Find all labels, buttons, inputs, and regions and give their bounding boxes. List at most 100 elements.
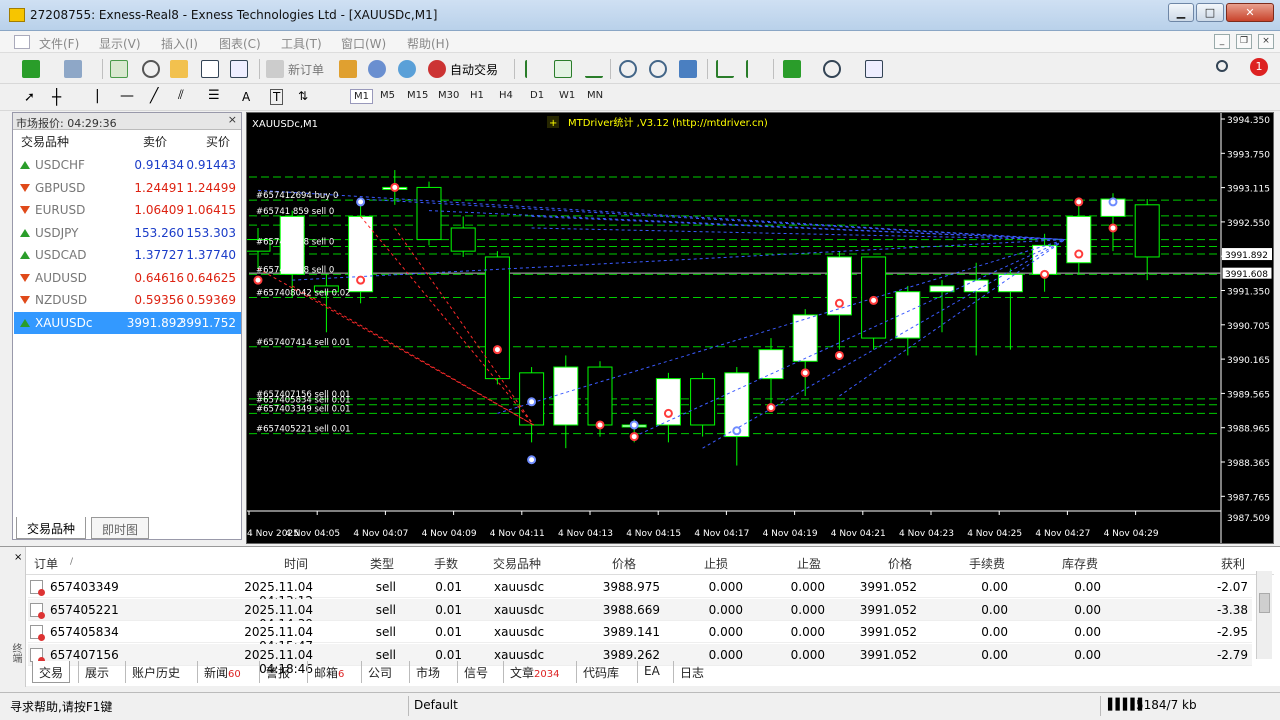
tf-d1[interactable]: D1: [530, 90, 544, 101]
market-watch-icon[interactable]: [110, 60, 128, 78]
hdr-symbol[interactable]: 交易品种: [493, 555, 541, 572]
terminal-tab-3[interactable]: 新闻60: [197, 661, 247, 683]
navigator-icon[interactable]: [170, 60, 188, 78]
table-row[interactable]: 6574052212025.11.04 04:14:39sell0.01xauu…: [28, 598, 1252, 631]
menu-file[interactable]: 文件(F): [39, 35, 79, 52]
horizontal-line-icon[interactable]: —: [120, 88, 134, 104]
terminal-tab-2[interactable]: 账户历史: [125, 661, 186, 683]
vertical-line-icon[interactable]: |: [95, 88, 100, 104]
terminal-tab-0[interactable]: 交易: [32, 661, 71, 683]
market-row-xauusdc[interactable]: XAUUSDc 3991.892 3991.752: [14, 311, 241, 334]
autoscroll-icon[interactable]: [746, 60, 764, 78]
market-row-usdcad[interactable]: USDCAD 1.37727 1.37740: [14, 244, 241, 266]
menu-chart[interactable]: 图表(C): [219, 35, 261, 52]
new-order-icon[interactable]: [266, 60, 284, 78]
search-icon[interactable]: [1216, 60, 1228, 72]
mdi-close-button[interactable]: ×: [1258, 34, 1274, 49]
hdr-time[interactable]: 时间: [284, 555, 308, 572]
hdr-commission[interactable]: 手续费: [969, 555, 1005, 572]
terminal-tab-4[interactable]: 警报: [259, 661, 296, 683]
close-icon[interactable]: ×: [228, 113, 237, 126]
tf-mn[interactable]: MN: [587, 90, 603, 101]
col-ask[interactable]: 买价: [206, 133, 230, 150]
col-symbol[interactable]: 交易品种: [21, 133, 69, 150]
market-row-usdchf[interactable]: USDCHF 0.91434 0.91443: [14, 154, 241, 176]
mdi-minimize-button[interactable]: _: [1214, 34, 1230, 49]
hdr-current-price[interactable]: 价格: [888, 555, 912, 572]
cursor-icon[interactable]: ➚: [24, 90, 35, 105]
terminal-tab-11[interactable]: EA: [637, 661, 666, 683]
trendline-icon[interactable]: ╱: [150, 88, 158, 104]
chart-shift-icon[interactable]: [716, 60, 734, 78]
text-label-icon[interactable]: T: [270, 89, 284, 105]
terminal-icon[interactable]: [201, 60, 219, 78]
market-row-audusd[interactable]: AUDUSD 0.64616 0.64625: [14, 267, 241, 289]
market-row-usdjpy[interactable]: USDJPY 153.260 153.303: [14, 222, 241, 244]
hdr-type[interactable]: 类型: [370, 555, 394, 572]
zoom-in-icon[interactable]: [619, 60, 637, 78]
hdr-swap[interactable]: 库存费: [1062, 555, 1098, 572]
hdr-profit[interactable]: 获利: [1221, 555, 1245, 572]
tester-icon[interactable]: [230, 60, 248, 78]
terminal-tab-10[interactable]: 代码库: [576, 661, 625, 683]
text-icon[interactable]: A: [242, 90, 250, 104]
notifications-badge[interactable]: 1: [1250, 58, 1268, 76]
terminal-scrollbar[interactable]: [1256, 571, 1272, 659]
close-button[interactable]: ✕: [1226, 3, 1274, 22]
terminal-tab-1[interactable]: 展示: [78, 661, 115, 683]
auto-trading-icon[interactable]: [428, 60, 446, 78]
market-row-nzdusd[interactable]: NZDUSD 0.59356 0.59369: [14, 289, 241, 311]
hdr-price[interactable]: 价格: [612, 555, 636, 572]
mdi-restore-button[interactable]: ❐: [1236, 34, 1252, 49]
hdr-sl[interactable]: 止损: [704, 555, 728, 572]
menu-view[interactable]: 显示(V): [99, 35, 141, 52]
metaeditor-icon[interactable]: [339, 60, 357, 78]
terminal-tab-5[interactable]: 邮箱6: [307, 661, 350, 683]
terminal-tab-7[interactable]: 市场: [409, 661, 446, 683]
close-icon[interactable]: ×: [14, 552, 22, 563]
profiles-icon[interactable]: [64, 60, 82, 78]
auto-trading-button[interactable]: 自动交易: [450, 61, 498, 78]
tf-h1[interactable]: H1: [470, 90, 484, 101]
crosshair-icon[interactable]: ┼: [52, 88, 61, 106]
periods-icon[interactable]: [823, 60, 841, 78]
indicators-icon[interactable]: [783, 60, 801, 78]
scrollbar-thumb[interactable]: [1259, 593, 1270, 613]
menu-window[interactable]: 窗口(W): [341, 35, 386, 52]
market-row-gbpusd[interactable]: GBPUSD 1.24491 1.24499: [14, 177, 241, 199]
tf-w1[interactable]: W1: [559, 90, 575, 101]
new-order-button[interactable]: 新订单: [288, 61, 324, 78]
line-chart-icon[interactable]: [585, 60, 603, 78]
data-window-icon[interactable]: [142, 60, 160, 78]
new-chart-icon[interactable]: [22, 60, 40, 78]
col-bid[interactable]: 卖价: [143, 133, 167, 150]
tf-m30[interactable]: M30: [438, 90, 459, 101]
terminal-tab-12[interactable]: 日志: [673, 661, 710, 683]
hdr-tp[interactable]: 止盈: [797, 555, 821, 572]
tf-m5[interactable]: M5: [380, 90, 395, 101]
tf-m15[interactable]: M15: [407, 90, 428, 101]
channel-icon[interactable]: ⫽: [178, 88, 184, 103]
hdr-order[interactable]: 订单: [34, 555, 58, 572]
terminal-tab-9[interactable]: 文章2034: [503, 661, 565, 683]
terminal-tab-6[interactable]: 公司: [361, 661, 398, 683]
tab-tick-chart[interactable]: 即时图: [91, 517, 150, 539]
candlestick-icon[interactable]: [554, 60, 572, 78]
maximize-button[interactable]: □: [1196, 3, 1224, 22]
templates-icon[interactable]: [865, 60, 883, 78]
bar-chart-icon[interactable]: [525, 60, 543, 78]
table-row[interactable]: 6574033492025.11.04 04:13:12sell0.01xauu…: [28, 576, 1252, 608]
menu-insert[interactable]: 插入(I): [161, 35, 198, 52]
menu-help[interactable]: 帮助(H): [407, 35, 449, 52]
fibonacci-icon[interactable]: ☰: [208, 88, 220, 103]
minimize-button[interactable]: ▁: [1168, 3, 1194, 22]
market-row-eurusd[interactable]: EURUSD 1.06409 1.06415: [14, 199, 241, 221]
tf-h4[interactable]: H4: [499, 90, 513, 101]
signals-icon[interactable]: [398, 60, 416, 78]
terminal-tab-8[interactable]: 信号: [457, 661, 494, 683]
tab-symbols[interactable]: 交易品种: [16, 517, 87, 539]
users-icon[interactable]: [368, 60, 386, 78]
table-row[interactable]: 6574058342025.11.04 04:15:47sell0.01xauu…: [28, 621, 1252, 653]
tf-m1[interactable]: M1: [350, 89, 373, 104]
menu-tools[interactable]: 工具(T): [281, 35, 322, 52]
